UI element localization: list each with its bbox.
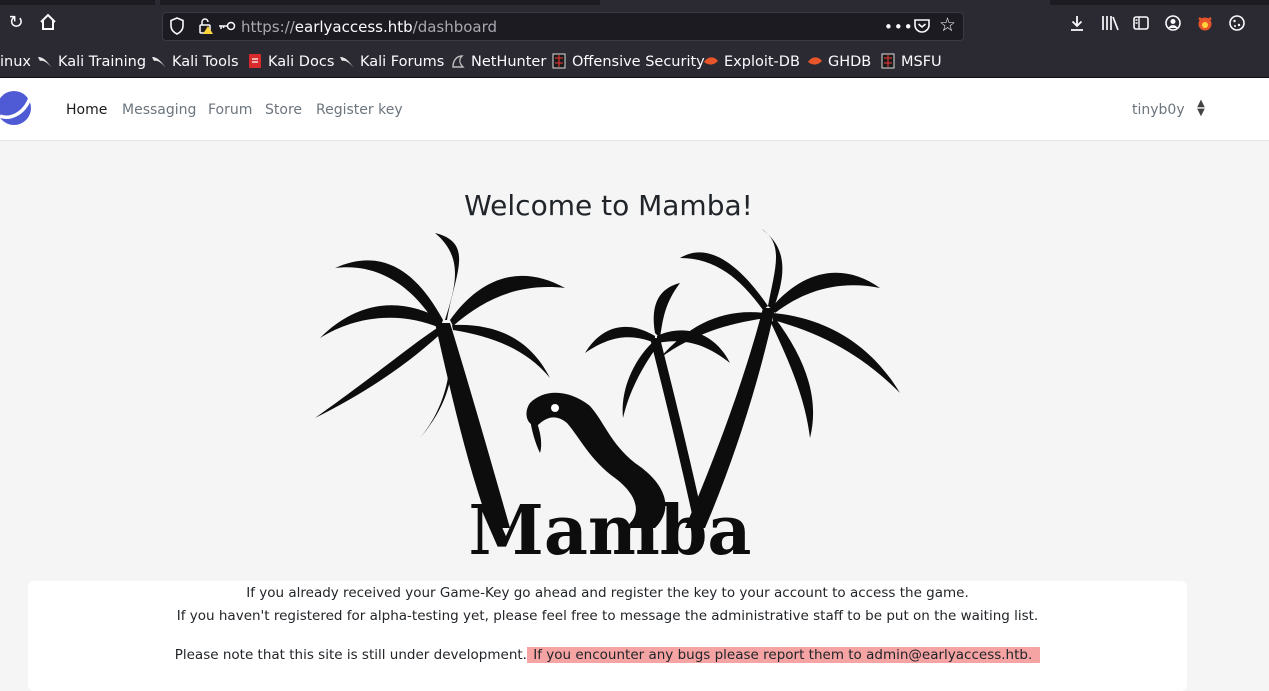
nav-register-key[interactable]: Register key bbox=[316, 100, 403, 120]
info-line-2: If you haven't registered for alpha-test… bbox=[176, 608, 1039, 624]
tab[interactable] bbox=[1050, 0, 1269, 5]
bookmark-kali-training[interactable]: Kali Training bbox=[37, 52, 146, 72]
highlighted-bug-report-text: If you encounter any bugs please report … bbox=[526, 647, 1041, 663]
nav-forum[interactable]: Forum bbox=[208, 100, 252, 120]
shield-icon[interactable] bbox=[169, 17, 185, 41]
cookie-extension-icon[interactable] bbox=[1228, 14, 1246, 37]
insecure-lock-icon[interactable] bbox=[197, 17, 215, 41]
bookmarks-bar: inux Kali Training Kali Tools Kali Docs … bbox=[0, 44, 1269, 78]
info-line-3: Please note that this site is still unde… bbox=[28, 645, 1187, 665]
nav-messaging[interactable]: Messaging bbox=[122, 100, 196, 120]
extension-fox-icon[interactable] bbox=[1196, 14, 1214, 37]
page-title: Welcome to Mamba! bbox=[464, 189, 753, 222]
tab[interactable] bbox=[160, 0, 600, 5]
tab-strip bbox=[0, 0, 1269, 6]
bookmark-exploit-db[interactable]: Exploit-DB bbox=[703, 52, 800, 72]
bookmark-msfu[interactable]: MSFU bbox=[880, 52, 942, 72]
downloads-icon[interactable] bbox=[1068, 14, 1086, 37]
info-card: If you already received your Game-Key go… bbox=[28, 581, 1187, 691]
site-navbar: Home Messaging Forum Store Register key … bbox=[0, 78, 1269, 141]
bookmark-ghdb[interactable]: GHDB bbox=[807, 52, 871, 72]
nethunter-icon bbox=[452, 55, 465, 68]
info-line-1: If you already received your Game-Key go… bbox=[246, 585, 969, 601]
library-icon[interactable] bbox=[1100, 14, 1120, 37]
home-icon[interactable] bbox=[37, 12, 59, 34]
bookmark-offensive-security[interactable]: Offensive Security bbox=[551, 52, 705, 72]
tab[interactable] bbox=[0, 0, 155, 5]
kali-dragon-icon bbox=[340, 57, 354, 68]
site-logo-icon[interactable] bbox=[0, 90, 34, 126]
url-text[interactable]: https://earlyaccess.htb/dashboard bbox=[241, 17, 497, 37]
user-menu[interactable]: tinyb0y bbox=[1132, 100, 1185, 120]
kali-dragon-icon bbox=[38, 57, 52, 68]
bookmark-kali-docs[interactable]: Kali Docs bbox=[247, 52, 334, 72]
kali-docs-icon bbox=[249, 54, 261, 68]
bookmark-kali-linux[interactable]: inux bbox=[0, 52, 31, 72]
sidebar-icon[interactable] bbox=[1132, 14, 1150, 37]
chevron-updown-icon[interactable]: ▲ ▼ bbox=[1195, 99, 1207, 121]
offsec-icon bbox=[552, 53, 566, 69]
browser-toolbar: ↻ https://earlyaccess.htb/dashboard ••• … bbox=[0, 0, 1269, 44]
account-icon[interactable] bbox=[1164, 14, 1182, 37]
mamba-logo-text: Mamba bbox=[469, 491, 752, 568]
exploitdb-icon bbox=[704, 57, 718, 65]
page-actions-icon[interactable]: ••• bbox=[884, 17, 914, 37]
reload-icon[interactable]: ↻ bbox=[5, 12, 27, 34]
bookmark-kali-tools[interactable]: Kali Tools bbox=[151, 52, 239, 72]
ghdb-icon bbox=[808, 57, 822, 65]
bookmark-nethunter[interactable]: NetHunter bbox=[450, 52, 546, 72]
nav-home[interactable]: Home bbox=[66, 100, 107, 120]
kali-dragon-icon bbox=[152, 57, 166, 68]
mamba-palm-logo: Mamba bbox=[315, 228, 900, 568]
msfu-icon bbox=[881, 53, 895, 69]
bookmark-star-icon[interactable]: ☆ bbox=[939, 15, 956, 35]
bookmark-kali-forums[interactable]: Kali Forums bbox=[339, 52, 444, 72]
nav-store[interactable]: Store bbox=[265, 100, 302, 120]
key-icon[interactable] bbox=[217, 17, 237, 41]
url-bar[interactable]: https://earlyaccess.htb/dashboard ••• ☆ bbox=[162, 12, 964, 41]
pocket-icon[interactable] bbox=[913, 17, 931, 40]
